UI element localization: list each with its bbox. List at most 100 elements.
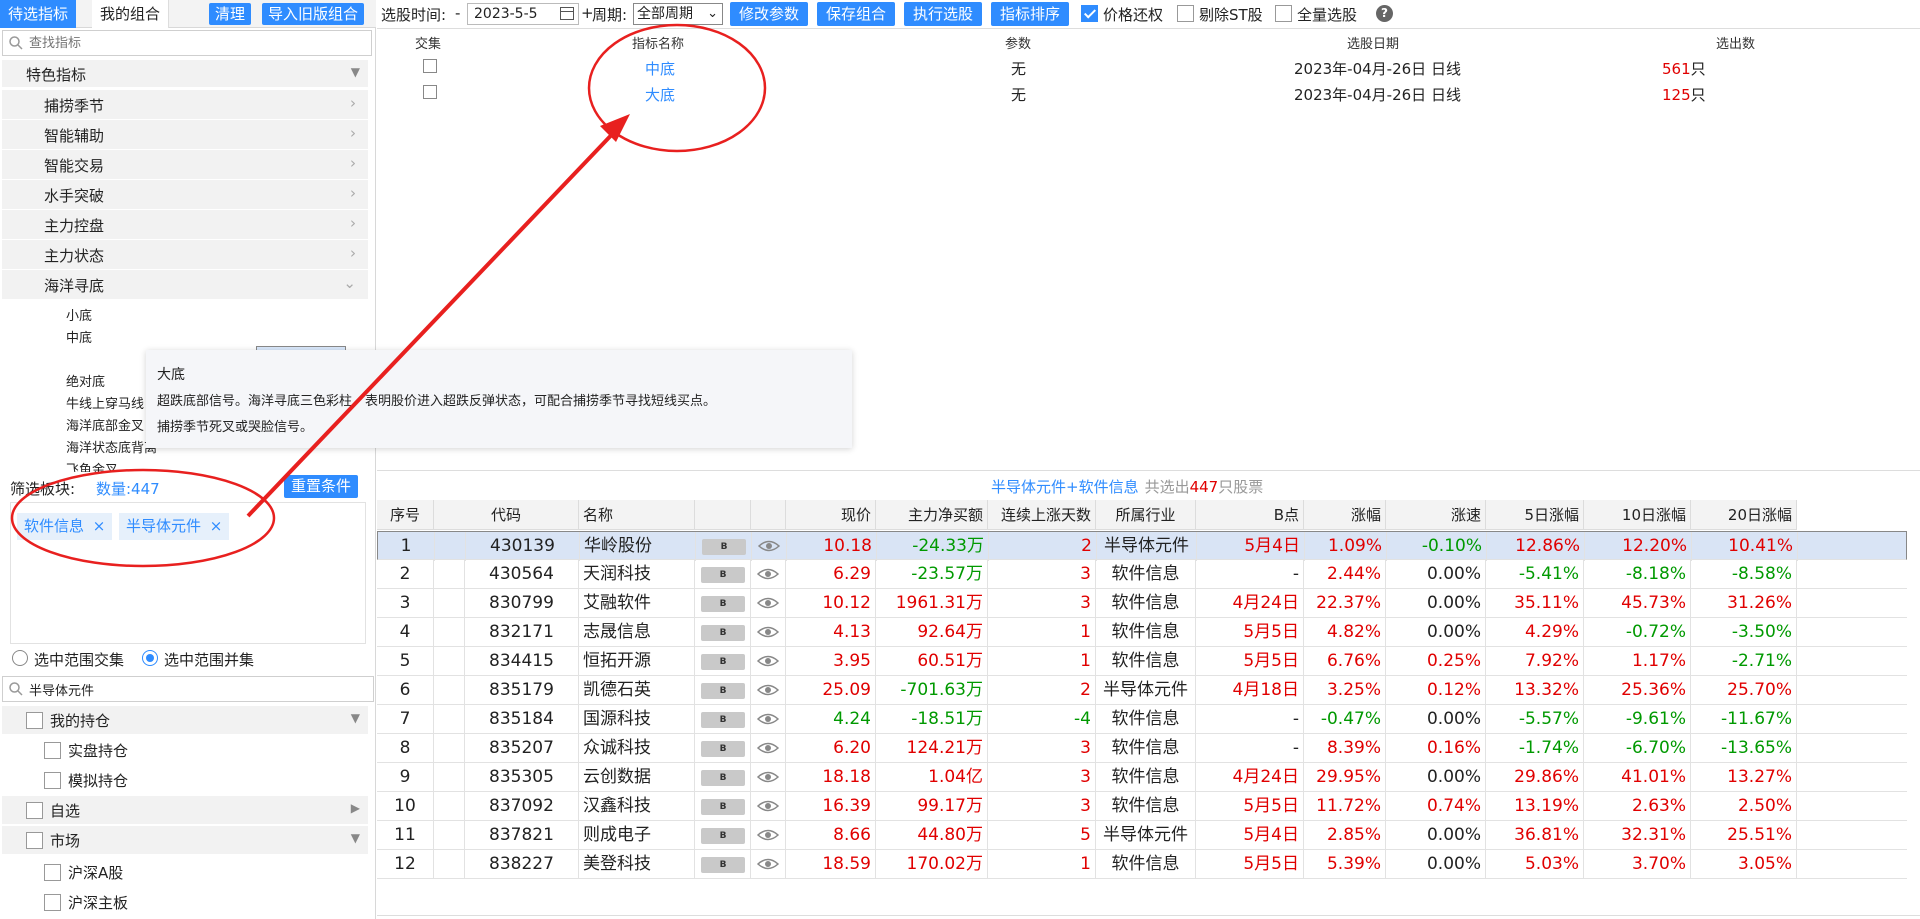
watch-eye-icon[interactable] — [751, 850, 786, 879]
radio-union[interactable] — [142, 650, 158, 666]
b-point-button[interactable]: B — [702, 539, 746, 555]
watch-eye-icon[interactable] — [751, 589, 786, 618]
stock-code[interactable]: 835305 — [465, 763, 579, 792]
eye-icon[interactable] — [757, 712, 779, 726]
stock-name[interactable]: 美登科技 — [579, 850, 695, 879]
watch-eye-icon[interactable] — [752, 532, 787, 561]
tab-candidate-indicators[interactable]: 待选指标 — [0, 0, 77, 28]
stock-name[interactable]: 恒拓开源 — [579, 647, 695, 676]
b-point-button[interactable]: B — [701, 683, 745, 699]
period-select[interactable]: 全部周期 ⌄ — [633, 3, 723, 25]
tree-item-sub-5[interactable]: 主力状态 › — [2, 240, 368, 270]
table-row[interactable]: 4 832171 志晟信息 B 4.13 92.64万 1 软件信息 5月5日 4.82% 0.00… — [377, 618, 1907, 647]
eye-icon[interactable] — [757, 857, 779, 871]
tree-item-sub-6[interactable]: 海洋寻底 ⌄ — [2, 270, 368, 300]
eye-icon[interactable] — [757, 596, 779, 610]
save-combo-button[interactable]: 保存组合 — [817, 2, 896, 26]
b-point-button[interactable]: B — [701, 770, 745, 786]
radio-union-label[interactable]: 选中范围并集 — [164, 649, 254, 670]
close-icon[interactable]: × — [210, 517, 223, 535]
watch-eye-icon[interactable] — [751, 618, 786, 647]
eye-icon[interactable] — [757, 828, 779, 842]
header-name[interactable]: 名称 — [579, 500, 695, 530]
sector-tag[interactable]: 软件信息 × — [17, 513, 113, 540]
stock-name[interactable]: 国源科技 — [579, 705, 695, 734]
clear-button[interactable]: 清理 — [209, 3, 252, 25]
table-row[interactable]: 10 837092 汉鑫科技 B 16.39 99.17万 3 软件信息 5月5日 11.72% 0… — [377, 792, 1907, 821]
intersect-checkbox[interactable] — [423, 59, 437, 73]
stock-code[interactable]: 834415 — [465, 647, 579, 676]
header-20d[interactable]: 20日涨幅 — [1691, 500, 1797, 530]
b-button[interactable]: B — [695, 618, 751, 647]
stock-name[interactable]: 凯德石英 — [579, 676, 695, 705]
sector-search-input[interactable] — [29, 679, 359, 699]
header-speed[interactable]: 涨速 — [1386, 500, 1486, 530]
eye-icon[interactable] — [757, 625, 779, 639]
stock-code[interactable]: 430564 — [465, 560, 579, 589]
indicator-name-link[interactable]: 大底 — [645, 84, 675, 105]
close-icon[interactable]: × — [93, 517, 106, 535]
stock-name[interactable]: 云创数据 — [579, 763, 695, 792]
b-point-button[interactable]: B — [701, 741, 745, 757]
tree-item-sub-3[interactable]: 水手突破 › — [2, 180, 368, 210]
group-item[interactable]: 模拟持仓 — [2, 766, 368, 794]
b-point-button[interactable]: B — [701, 625, 745, 641]
b-button[interactable]: B — [695, 676, 751, 705]
eye-icon[interactable] — [757, 770, 779, 784]
caret-down-icon[interactable]: ▼ — [351, 711, 360, 725]
b-button[interactable]: B — [695, 647, 751, 676]
header-eye[interactable] — [751, 500, 786, 530]
watch-eye-icon[interactable] — [751, 734, 786, 763]
eye-icon[interactable] — [757, 799, 779, 813]
full-screen-label[interactable]: 全量选股 — [1297, 4, 1357, 25]
eye-icon[interactable] — [757, 567, 779, 581]
indicator-search-input[interactable] — [29, 33, 359, 53]
header-code[interactable]: 代码 — [434, 500, 579, 530]
group-my-holdings[interactable]: 我的持仓 ▼ — [2, 706, 368, 734]
eye-icon[interactable] — [757, 683, 779, 697]
header-5d[interactable]: 5日涨幅 — [1486, 500, 1584, 530]
b-button[interactable]: B — [696, 532, 752, 561]
stock-code[interactable]: 837821 — [465, 821, 579, 850]
caret-right-icon[interactable]: ▶ — [351, 801, 360, 815]
stock-name[interactable]: 天润科技 — [579, 560, 695, 589]
stock-name[interactable]: 汉鑫科技 — [579, 792, 695, 821]
table-row[interactable]: 1 430139 华岭股份 B 10.18 -24.33万 2 半导体元件 5月4日 1.09% -… — [377, 531, 1907, 561]
b-point-button[interactable]: B — [701, 857, 745, 873]
tab-my-combos[interactable]: 我的组合 — [92, 0, 170, 28]
stock-name[interactable]: 志晟信息 — [579, 618, 695, 647]
stock-code[interactable]: 835179 — [465, 676, 579, 705]
watch-eye-icon[interactable] — [751, 647, 786, 676]
group-watchlist[interactable]: 自选 ▶ — [2, 796, 368, 824]
table-row[interactable]: 7 835184 国源科技 B 4.24 -18.51万 -4 软件信息 - -0.47% 0.00… — [377, 705, 1907, 734]
reset-conditions-button[interactable]: 重置条件 — [284, 475, 359, 498]
header-b-point[interactable]: B点 — [1196, 500, 1304, 530]
indicator-row[interactable]: 中底 无 2023年-04月-26日 日线 561只 — [377, 55, 1920, 81]
indicator-name-link[interactable]: 中底 — [645, 58, 675, 79]
indicator-search-box[interactable] — [2, 30, 372, 56]
stock-name[interactable]: 众诚科技 — [579, 734, 695, 763]
full-screen-checkbox[interactable] — [1275, 5, 1292, 22]
stock-name[interactable]: 艾融软件 — [579, 589, 695, 618]
table-row[interactable]: 12 838227 美登科技 B 18.59 170.02万 1 软件信息 5月5日 5.39% 0… — [377, 850, 1907, 879]
tree-item-sub-4[interactable]: 主力控盘 › — [2, 210, 368, 240]
b-button[interactable]: B — [695, 821, 751, 850]
caret-down-icon[interactable]: ▼ — [351, 831, 360, 845]
stock-code[interactable]: 830799 — [465, 589, 579, 618]
table-row[interactable]: 11 837821 则成电子 B 8.66 44.80万 5 半导体元件 5月4日 2.85% 0.… — [377, 821, 1907, 850]
sort-indicators-button[interactable]: 指标排序 — [991, 2, 1070, 26]
stock-name[interactable]: 则成电子 — [579, 821, 695, 850]
header-b[interactable] — [695, 500, 751, 530]
header-change[interactable]: 涨幅 — [1304, 500, 1386, 530]
tree-category-special[interactable]: 特色指标 ▼ — [2, 60, 368, 88]
b-button[interactable]: B — [695, 792, 751, 821]
stock-code[interactable]: 430139 — [466, 532, 580, 561]
b-button[interactable]: B — [695, 560, 751, 589]
checkbox[interactable] — [44, 742, 61, 759]
b-point-button[interactable]: B — [701, 654, 745, 670]
calendar-icon[interactable] — [560, 7, 574, 20]
group-item[interactable]: 沪深A股 — [2, 858, 368, 886]
stock-name[interactable]: 华岭股份 — [580, 532, 696, 561]
b-button[interactable]: B — [695, 850, 751, 879]
eye-icon[interactable] — [758, 539, 780, 553]
